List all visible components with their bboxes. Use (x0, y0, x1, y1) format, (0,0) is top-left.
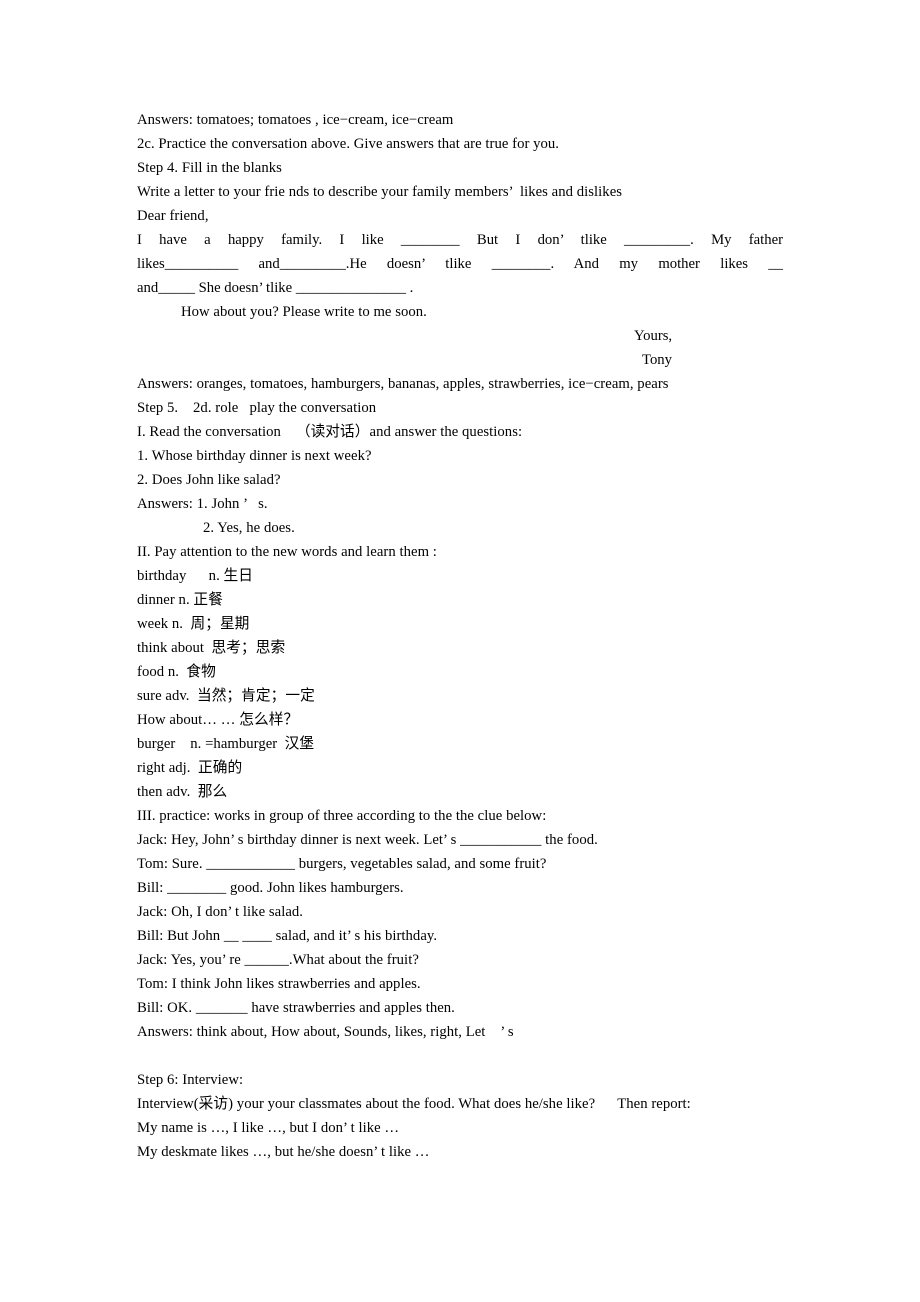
dialogue-line: Bill: OK. _______ have strawberries and … (137, 1000, 455, 1016)
step6-model-sentence-1: My name is …, I like …, but I don’ t lik… (137, 1120, 400, 1136)
dialogue-line: Tom: Sure. ____________ burgers, vegetab… (137, 856, 547, 872)
answers-questions-line-2: 2. Yes, he does. (203, 520, 295, 536)
letter-closing-question: How about you? Please write to me soon. (181, 304, 427, 320)
step4-instruction: Write a letter to your frie nds to descr… (137, 184, 623, 200)
step4-title: Step 4. Fill in the blanks (137, 160, 282, 176)
dialogue-block: Jack: Hey, John’ s birthday dinner is ne… (137, 828, 783, 1020)
vocabulary-item: week n. 周；星期 (137, 616, 250, 632)
dialogue-line: Bill: But John __ ____ salad, and it’ s … (137, 928, 438, 944)
task-2c-line: 2c. Practice the conversation above. Giv… (137, 136, 560, 152)
answers-dialogue-line: Answers: think about, How about, Sounds,… (137, 1024, 514, 1040)
section-III-heading: III. practice: works in group of three a… (137, 808, 547, 824)
letter-body-line-2: likes__________ and_________.He doesn’ t… (137, 256, 783, 272)
answers-2b-line: Answers: tomatoes; tomatoes , ice−cream,… (137, 112, 454, 128)
vocabulary-item: How about… … 怎么样？ (137, 712, 299, 728)
section-II-heading: II. Pay attention to the new words and l… (137, 544, 437, 560)
answers-letter-line: Answers: oranges, tomatoes, hamburgers, … (137, 376, 669, 392)
step6-model-sentence-2: My deskmate likes …, but he/she doesn’ t… (137, 1144, 430, 1160)
answers-questions-line-1: Answers: 1. John ’ s. (137, 496, 268, 512)
section-I-heading: I. Read the conversation （读对话）and answer… (137, 424, 523, 440)
vocabulary-item: then adv. 那么 (137, 784, 228, 800)
letter-signature: Tony (642, 352, 672, 368)
document-body: Answers: tomatoes; tomatoes , ice−cream,… (137, 108, 783, 1164)
step6-title: Step 6: Interview: (137, 1072, 244, 1088)
vocabulary-list: birthday n. 生日 dinner n. 正餐 week n. 周；星期… (137, 564, 783, 804)
vocabulary-item: burger n. =hamburger 汉堡 (137, 736, 315, 752)
dialogue-line: Jack: Oh, I don’ t like salad. (137, 904, 304, 920)
vocabulary-item: birthday n. 生日 (137, 568, 253, 584)
letter-yours: Yours, (634, 328, 673, 344)
letter-body-line-1: I have a happy family. I like ________ B… (137, 232, 783, 248)
step6-instruction: Interview(采访) your your classmates about… (137, 1096, 691, 1112)
document-page: Answers: tomatoes; tomatoes , ice−cream,… (0, 0, 920, 1302)
dialogue-line: Bill: ________ good. John likes hamburge… (137, 880, 404, 896)
vocabulary-item: dinner n. 正餐 (137, 592, 223, 608)
question-2: 2. Does John like salad? (137, 472, 281, 488)
question-1: 1. Whose birthday dinner is next week? (137, 448, 372, 464)
dialogue-line: Jack: Hey, John’ s birthday dinner is ne… (137, 832, 598, 848)
vocabulary-item: right adj. 正确的 (137, 760, 243, 776)
vocabulary-item: think about 思考；思索 (137, 640, 286, 656)
vocabulary-item: sure adv. 当然；肯定；一定 (137, 688, 315, 704)
dialogue-line: Jack: Yes, you’ re ______.What about the… (137, 952, 419, 968)
vocabulary-item: food n. 食物 (137, 664, 216, 680)
step5-title: Step 5. 2d. role play the conversation (137, 400, 377, 416)
letter-body-line-3: and_____ She doesn’ tlike ______________… (137, 280, 414, 296)
dialogue-line: Tom: I think John likes strawberries and… (137, 976, 421, 992)
letter-salutation: Dear friend, (137, 208, 209, 224)
